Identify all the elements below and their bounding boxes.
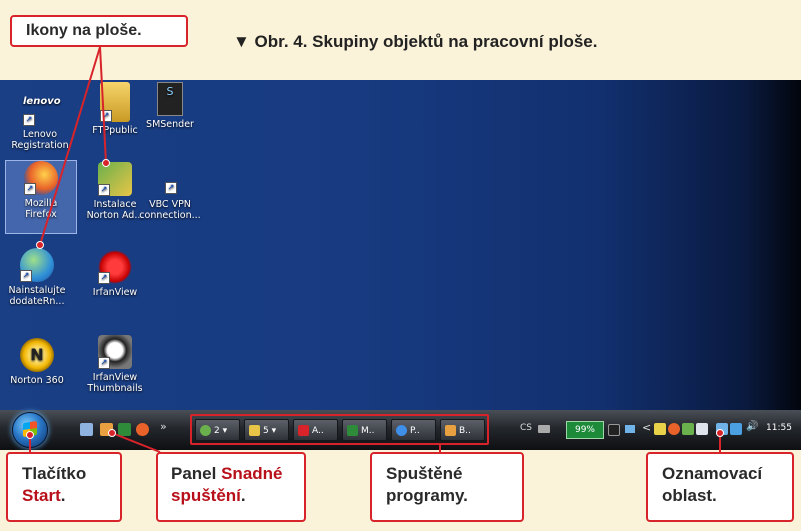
panda-icon: ↗ [98, 335, 132, 369]
quicklaunch-firefox-icon[interactable] [136, 423, 149, 436]
tray-mail-icon[interactable] [654, 423, 666, 435]
running-programs-highlight-box [190, 414, 489, 445]
folder-icon: ↗ [100, 82, 130, 122]
desktop-icon-firefox[interactable]: ↗ Mozilla Firefox [5, 160, 77, 234]
callout-running-line2: programy. [386, 486, 468, 505]
callout-tray-line1: Oznamovací [662, 464, 763, 483]
windows-logo-icon [23, 421, 37, 437]
desktop-icon-norton360[interactable]: N Norton 360 [2, 338, 72, 386]
callout-start-button: Tlačítko Start. [6, 452, 122, 522]
icon-label: Lenovo [22, 129, 58, 140]
icon-label: SMSender [146, 119, 194, 130]
show-desktop-icon[interactable] [80, 423, 93, 436]
quicklaunch-more-chevron[interactable]: » [160, 420, 167, 433]
norton360-icon: N [20, 338, 54, 372]
callout-desktop-icons: Ikony na ploše. [10, 15, 188, 47]
start-button[interactable] [12, 412, 48, 448]
icon-label: Norton 360 [10, 375, 64, 386]
norton-install-icon: ↗ [98, 162, 132, 196]
desktop-icon-irfanview[interactable]: ↗ IrfanView [80, 250, 150, 298]
globe-install-icon: ↗ [20, 248, 54, 282]
clock[interactable]: 11:55 [766, 423, 792, 433]
keyboard-icon[interactable] [538, 425, 550, 433]
callout-running-line1: Spuštěné [386, 464, 463, 483]
vpn-icon: ↗ [153, 162, 187, 196]
battery-meter[interactable]: 99% [566, 421, 604, 439]
network-icon[interactable] [625, 425, 635, 433]
callout-notification-area: Oznamovací oblast. [646, 452, 794, 522]
desktop: lenovo ↗ Lenovo Registration ↗ FTPpublic… [0, 80, 801, 411]
battery-meter-label: 99% [574, 425, 595, 435]
tray-expand-chevron[interactable]: < [642, 421, 651, 434]
tray-app-icon[interactable] [696, 423, 708, 435]
callout-tray-line2: oblast. [662, 486, 717, 505]
icon-label: Firefox [25, 209, 57, 220]
callout-running-programs: Spuštěné programy. [370, 452, 524, 522]
icon-label: Nainstalujte [8, 285, 66, 296]
firefox-icon: ↗ [24, 161, 58, 195]
icon-label: IrfanView [92, 287, 138, 298]
callout-quicklaunch-highlight: Snadné [221, 464, 283, 483]
tray-firefox-icon[interactable] [668, 423, 680, 435]
icon-label: Registration [11, 140, 69, 151]
desktop-icon-irfanview-thumbnails[interactable]: ↗ IrfanView Thumbnails [80, 335, 150, 394]
icon-label: connection... [139, 210, 201, 221]
irfanview-icon: ↗ [98, 250, 132, 284]
callout-quicklaunch: Panel Snadné spuštění. [156, 452, 306, 522]
icon-label: dodateRn... [9, 296, 65, 307]
callout-start-line1: Tlačítko [22, 464, 87, 483]
quicklaunch-app-icon[interactable] [100, 423, 113, 436]
power-plug-icon[interactable] [608, 424, 620, 436]
icon-label: IrfanView [92, 372, 138, 383]
icon-label: Mozilla [24, 198, 58, 209]
callout-quicklaunch-highlight2: spuštění [171, 486, 241, 505]
callout-start-suffix: . [60, 486, 66, 505]
language-indicator[interactable]: CS [520, 423, 532, 433]
tray-norton-icon[interactable] [682, 423, 694, 435]
icon-label: VBC VPN [149, 199, 191, 210]
quicklaunch-excel-icon[interactable] [118, 423, 131, 436]
desktop-icon-nainstalujte[interactable]: ↗ Nainstalujte dodateRn... [2, 248, 72, 307]
callout-quicklaunch-suffix: . [240, 486, 246, 505]
icon-label: Thumbnails [87, 383, 143, 394]
callout-desktop-icons-text: Ikony na ploše. [26, 22, 142, 39]
desktop-icon-vpn[interactable]: ↗ VBC VPN connection... [135, 162, 205, 221]
lenovo-icon: lenovo ↗ [23, 96, 61, 126]
callout-quicklaunch-prefix: Panel [171, 464, 222, 483]
smsender-icon: S [157, 82, 183, 116]
desktop-icon-lenovo[interactable]: lenovo ↗ Lenovo Registration [5, 92, 75, 151]
figure-caption: ▼ Obr. 4. Skupiny objektů na pracovní pl… [233, 32, 598, 51]
volume-icon[interactable]: 🔊 [746, 421, 758, 432]
desktop-icon-smsender[interactable]: S SMSender [135, 82, 205, 130]
tray-network-icon[interactable] [730, 423, 742, 435]
tray-security-icon[interactable] [716, 423, 728, 435]
callout-start-highlight: Start [22, 486, 61, 505]
